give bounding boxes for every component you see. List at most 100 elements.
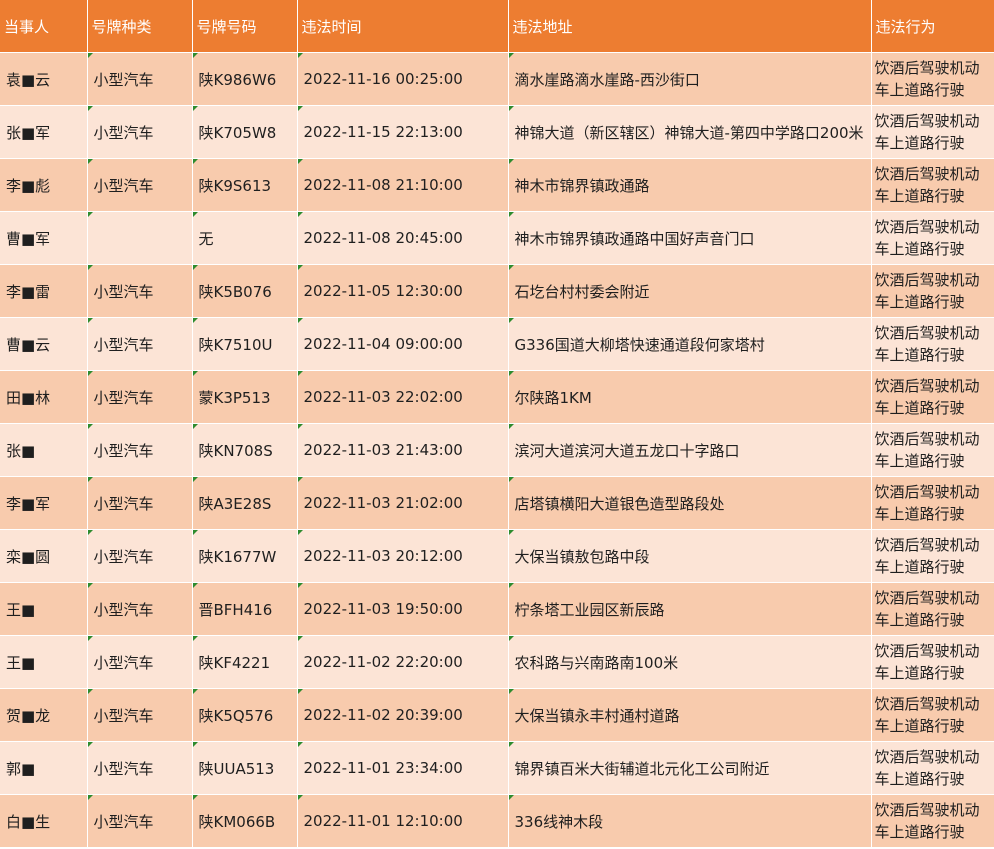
plate-number-cell[interactable]: 陕KN708S bbox=[192, 423, 298, 477]
violation-address-cell[interactable]: 农科路与兴南路南100米 bbox=[508, 635, 872, 689]
violation-time-cell[interactable]: 2022-11-03 20:12:00 bbox=[297, 529, 509, 583]
header-violation-time[interactable]: 违法时间 bbox=[297, 0, 509, 53]
violation-address-cell[interactable]: 滴水崖路滴水崖路-西沙街口 bbox=[508, 52, 872, 106]
violation-behavior-cell[interactable]: 饮酒后驾驶机动车上道路行驶 bbox=[871, 105, 994, 159]
plate-number-cell[interactable]: 陕KF4221 bbox=[192, 635, 298, 689]
plate-type-cell[interactable]: 小型汽车 bbox=[87, 105, 193, 159]
plate-number-cell[interactable]: 陕K705W8 bbox=[192, 105, 298, 159]
violation-time-cell[interactable]: 2022-11-03 21:43:00 bbox=[297, 423, 509, 477]
violation-time-cell[interactable]: 2022-11-01 12:10:00 bbox=[297, 794, 509, 848]
violation-time-cell[interactable]: 2022-11-03 21:02:00 bbox=[297, 476, 509, 530]
plate-type-cell[interactable]: 小型汽车 bbox=[87, 635, 193, 689]
plate-number-cell[interactable]: 陕K986W6 bbox=[192, 52, 298, 106]
plate-number-cell[interactable]: 陕K1677W bbox=[192, 529, 298, 583]
plate-type-cell[interactable]: 小型汽车 bbox=[87, 529, 193, 583]
table-row: 曹■云 小型汽车 陕K7510U 2022-11-04 09:00:00 G336国道大… bbox=[0, 317, 994, 371]
plate-number-cell[interactable]: 陕K9S613 bbox=[192, 158, 298, 212]
violation-time-cell[interactable]: 2022-11-02 22:20:00 bbox=[297, 635, 509, 689]
violation-address-cell[interactable]: 柠条塔工业园区新辰路 bbox=[508, 582, 872, 636]
violation-behavior-cell[interactable]: 饮酒后驾驶机动车上道路行驶 bbox=[871, 158, 994, 212]
plate-type-cell[interactable]: 小型汽车 bbox=[87, 582, 193, 636]
violation-time-cell[interactable]: 2022-11-01 23:34:00 bbox=[297, 741, 509, 795]
plate-type-cell[interactable]: 小型汽车 bbox=[87, 423, 193, 477]
party-cell[interactable]: 李■彪 bbox=[0, 158, 88, 212]
violation-time-cell[interactable]: 2022-11-08 20:45:00 bbox=[297, 211, 509, 265]
party-cell[interactable]: 贺■龙 bbox=[0, 688, 88, 742]
violation-address-cell[interactable]: 滨河大道滨河大道五龙口十字路口 bbox=[508, 423, 872, 477]
violation-address-cell[interactable]: 336线神木段 bbox=[508, 794, 872, 848]
violation-address-cell[interactable]: 神锦大道（新区辖区）神锦大道-第四中学路口200米 bbox=[508, 105, 872, 159]
plate-number-cell[interactable]: 陕K7510U bbox=[192, 317, 298, 371]
plate-number-cell[interactable]: 陕K5Q576 bbox=[192, 688, 298, 742]
party-cell[interactable]: 田■林 bbox=[0, 370, 88, 424]
violation-address-cell[interactable]: 石圪台村村委会附近 bbox=[508, 264, 872, 318]
party-cell[interactable]: 李■军 bbox=[0, 476, 88, 530]
violation-address-cell[interactable]: 神木市锦界镇政通路中国好声音门口 bbox=[508, 211, 872, 265]
plate-type-cell[interactable]: 小型汽车 bbox=[87, 158, 193, 212]
party-cell[interactable]: 王■ bbox=[0, 635, 88, 689]
plate-type-cell[interactable]: 小型汽车 bbox=[87, 317, 193, 371]
plate-number-cell[interactable]: 陕UUA513 bbox=[192, 741, 298, 795]
header-plate-type[interactable]: 号牌种类 bbox=[87, 0, 193, 53]
violation-address-cell[interactable]: 大保当镇敖包路中段 bbox=[508, 529, 872, 583]
violation-behavior-cell[interactable]: 饮酒后驾驶机动车上道路行驶 bbox=[871, 211, 994, 265]
violation-behavior-cell[interactable]: 饮酒后驾驶机动车上道路行驶 bbox=[871, 688, 994, 742]
plate-type-cell[interactable]: 小型汽车 bbox=[87, 476, 193, 530]
violation-time-cell[interactable]: 2022-11-05 12:30:00 bbox=[297, 264, 509, 318]
violation-behavior-cell[interactable]: 饮酒后驾驶机动车上道路行驶 bbox=[871, 370, 994, 424]
party-cell[interactable]: 白■生 bbox=[0, 794, 88, 848]
violation-behavior-cell[interactable]: 饮酒后驾驶机动车上道路行驶 bbox=[871, 635, 994, 689]
violation-behavior-cell[interactable]: 饮酒后驾驶机动车上道路行驶 bbox=[871, 794, 994, 848]
violation-time-cell[interactable]: 2022-11-02 20:39:00 bbox=[297, 688, 509, 742]
violation-address-cell[interactable]: G336国道大柳塔快速通道段何家塔村 bbox=[508, 317, 872, 371]
violation-time-cell[interactable]: 2022-11-16 00:25:00 bbox=[297, 52, 509, 106]
violation-behavior-cell[interactable]: 饮酒后驾驶机动车上道路行驶 bbox=[871, 52, 994, 106]
party-cell[interactable]: 曹■云 bbox=[0, 317, 88, 371]
plate-type-cell[interactable]: 小型汽车 bbox=[87, 264, 193, 318]
party-cell[interactable]: 曹■军 bbox=[0, 211, 88, 265]
violation-behavior-cell[interactable]: 饮酒后驾驶机动车上道路行驶 bbox=[871, 264, 994, 318]
party-cell[interactable]: 李■雷 bbox=[0, 264, 88, 318]
party-cell[interactable]: 张■军 bbox=[0, 105, 88, 159]
header-violation-address[interactable]: 违法地址 bbox=[508, 0, 872, 53]
violation-address-cell[interactable]: 大保当镇永丰村通村道路 bbox=[508, 688, 872, 742]
violation-time-cell[interactable]: 2022-11-15 22:13:00 bbox=[297, 105, 509, 159]
plate-number-cell[interactable]: 晋BFH416 bbox=[192, 582, 298, 636]
table-row: 白■生 小型汽车 陕KM066B 2022-11-01 12:10:00 336线神木段… bbox=[0, 794, 994, 848]
plate-type-cell[interactable]: 小型汽车 bbox=[87, 741, 193, 795]
violation-behavior-cell[interactable]: 饮酒后驾驶机动车上道路行驶 bbox=[871, 476, 994, 530]
violation-time-cell[interactable]: 2022-11-08 21:10:00 bbox=[297, 158, 509, 212]
plate-number-cell[interactable]: 蒙K3P513 bbox=[192, 370, 298, 424]
party-cell[interactable]: 郭■ bbox=[0, 741, 88, 795]
violation-address-cell[interactable]: 尔陕路1KM bbox=[508, 370, 872, 424]
plate-type-cell[interactable]: 小型汽车 bbox=[87, 794, 193, 848]
violation-address-cell[interactable]: 锦界镇百米大街辅道北元化工公司附近 bbox=[508, 741, 872, 795]
violation-time-cell[interactable]: 2022-11-04 09:00:00 bbox=[297, 317, 509, 371]
plate-type-cell[interactable]: 小型汽车 bbox=[87, 52, 193, 106]
violation-behavior-cell[interactable]: 饮酒后驾驶机动车上道路行驶 bbox=[871, 317, 994, 371]
violation-behavior-cell[interactable]: 饮酒后驾驶机动车上道路行驶 bbox=[871, 741, 994, 795]
violation-behavior-cell[interactable]: 饮酒后驾驶机动车上道路行驶 bbox=[871, 423, 994, 477]
header-plate-number[interactable]: 号牌号码 bbox=[192, 0, 298, 53]
violation-behavior-cell[interactable]: 饮酒后驾驶机动车上道路行驶 bbox=[871, 529, 994, 583]
plate-type-cell[interactable] bbox=[87, 211, 193, 265]
plate-number-cell[interactable]: 无 bbox=[192, 211, 298, 265]
violations-table: 当事人 号牌种类 号牌号码 违法时间 违法地址 违法行为 袁■云 小型汽车 陕K98… bbox=[0, 0, 994, 848]
violation-behavior-cell[interactable]: 饮酒后驾驶机动车上道路行驶 bbox=[871, 582, 994, 636]
violation-time-cell[interactable]: 2022-11-03 22:02:00 bbox=[297, 370, 509, 424]
plate-type-cell[interactable]: 小型汽车 bbox=[87, 688, 193, 742]
violation-address-cell[interactable]: 神木市锦界镇政通路 bbox=[508, 158, 872, 212]
header-row: 当事人 号牌种类 号牌号码 违法时间 违法地址 违法行为 bbox=[0, 0, 994, 53]
party-cell[interactable]: 王■ bbox=[0, 582, 88, 636]
header-violation-behavior[interactable]: 违法行为 bbox=[871, 0, 994, 53]
plate-number-cell[interactable]: 陕K5B076 bbox=[192, 264, 298, 318]
violation-time-cell[interactable]: 2022-11-03 19:50:00 bbox=[297, 582, 509, 636]
party-cell[interactable]: 栾■圆 bbox=[0, 529, 88, 583]
plate-number-cell[interactable]: 陕A3E28S bbox=[192, 476, 298, 530]
header-party[interactable]: 当事人 bbox=[0, 0, 88, 53]
plate-type-cell[interactable]: 小型汽车 bbox=[87, 370, 193, 424]
party-cell[interactable]: 袁■云 bbox=[0, 52, 88, 106]
violation-address-cell[interactable]: 店塔镇横阳大道银色造型路段处 bbox=[508, 476, 872, 530]
party-cell[interactable]: 张■ bbox=[0, 423, 88, 477]
plate-number-cell[interactable]: 陕KM066B bbox=[192, 794, 298, 848]
